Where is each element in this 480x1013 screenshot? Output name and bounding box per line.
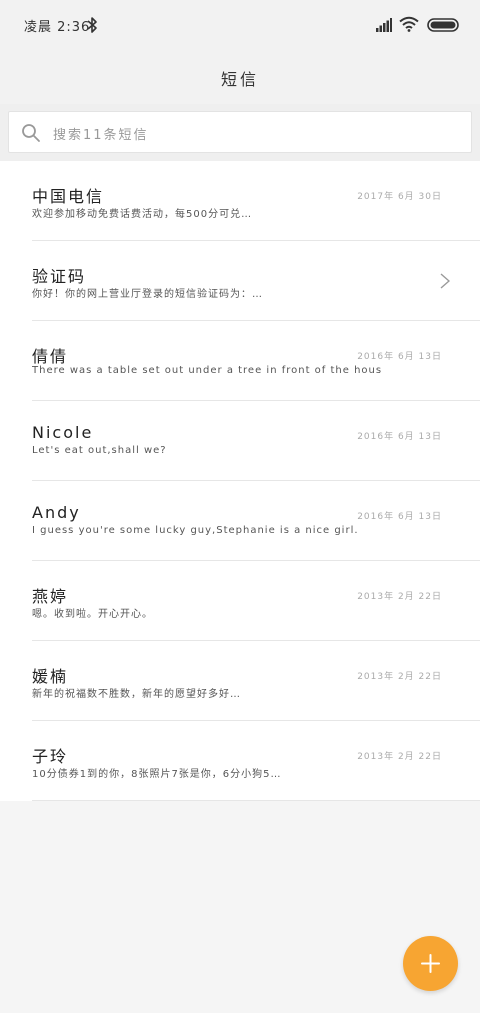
chevron-right-icon	[440, 273, 450, 289]
contact-name: Andy	[32, 503, 81, 522]
message-snippet: 新年的祝福数不胜数，新年的愿望好多好…	[32, 689, 241, 700]
message-row[interactable]: Andy 2016年 6月 13日 I guess you're some lu…	[0, 481, 480, 561]
contact-name: 倩倩	[32, 347, 69, 366]
message-row[interactable]: 验证码 你好！你的网上营业厅登录的短信验证码为：…	[0, 241, 480, 321]
message-date: 2013年 2月 22日	[357, 592, 442, 602]
message-snippet: 你好！你的网上营业厅登录的短信验证码为：…	[32, 289, 263, 300]
message-date: 2016年 6月 13日	[357, 432, 442, 442]
title-bar: 短信	[0, 52, 480, 104]
message-snippet: 欢迎参加移动免费话费活动，每500分可兑…	[32, 209, 253, 220]
message-date: 2013年 2月 22日	[357, 752, 442, 762]
message-row[interactable]: 倩倩 2016年 6月 13日 There was a table set ou…	[0, 321, 480, 401]
status-bar: 凌晨 2:36	[0, 0, 480, 52]
message-date: 2017年 6月 30日	[357, 192, 442, 202]
row-divider	[32, 800, 480, 801]
page-title: 短信	[220, 70, 259, 89]
message-row[interactable]: 燕婷 2013年 2月 22日 嗯。收到啦。开心开心。	[0, 561, 480, 641]
search-input[interactable]: 搜索11条短信	[8, 111, 472, 153]
status-time: 凌晨 2:36	[24, 20, 91, 35]
search-area: 搜索11条短信	[0, 104, 480, 161]
message-row[interactable]: 中国电信 2017年 6月 30日 欢迎参加移动免费话费活动，每500分可兑…	[0, 161, 480, 241]
contact-name: 媛楠	[32, 667, 69, 686]
message-snippet: Let's eat out,shall we?	[32, 445, 167, 456]
message-list: 中国电信 2017年 6月 30日 欢迎参加移动免费话费活动，每500分可兑… …	[0, 161, 480, 801]
message-snippet: 嗯。收到啦。开心开心。	[32, 609, 153, 620]
message-date: 2016年 6月 13日	[357, 512, 442, 522]
battery-icon	[427, 18, 459, 32]
search-placeholder: 搜索11条短信	[53, 128, 149, 143]
message-snippet: I guess you're some lucky guy,Stephanie …	[32, 525, 359, 536]
signal-icon	[376, 18, 392, 32]
contact-name: 验证码	[32, 267, 87, 286]
contact-name: 燕婷	[32, 587, 69, 606]
wifi-icon	[399, 16, 419, 32]
new-message-button[interactable]	[403, 936, 458, 991]
contact-name: 中国电信	[32, 187, 105, 206]
contact-name: Nicole	[32, 423, 94, 442]
message-row[interactable]: 子玲 2013年 2月 22日 10分债券1到的你，8张照片7张是你，6分小狗5…	[0, 721, 480, 801]
message-snippet: There was a table set out under a tree i…	[32, 365, 383, 376]
message-row[interactable]: 媛楠 2013年 2月 22日 新年的祝福数不胜数，新年的愿望好多好…	[0, 641, 480, 721]
message-date: 2016年 6月 13日	[357, 352, 442, 362]
message-snippet: 10分债券1到的你，8张照片7张是你，6分小狗5…	[32, 769, 282, 780]
contact-name: 子玲	[32, 747, 69, 766]
plus-icon	[421, 954, 440, 973]
message-date: 2013年 2月 22日	[357, 672, 442, 682]
search-icon	[22, 124, 40, 142]
bluetooth-icon	[87, 17, 97, 33]
message-row[interactable]: Nicole 2016年 6月 13日 Let's eat out,shall …	[0, 401, 480, 481]
